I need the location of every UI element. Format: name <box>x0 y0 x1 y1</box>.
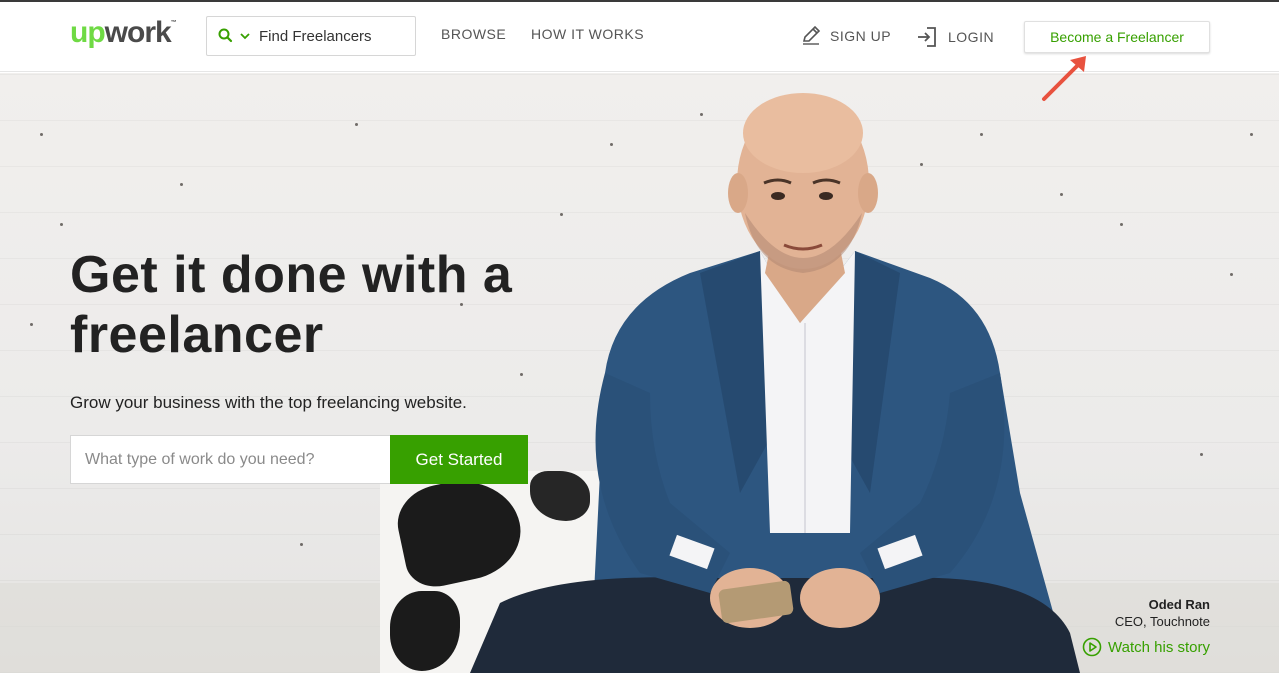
annotation-arrow-icon <box>1042 56 1086 101</box>
nav-browse-link[interactable]: BROWSE <box>441 26 506 42</box>
testimonial-role: CEO, Touchnote <box>1114 614 1210 629</box>
search-type-label: Find Freelancers <box>259 27 372 45</box>
get-started-button[interactable]: Get Started <box>390 435 528 484</box>
hero-section: Get it done with a freelancer Grow your … <box>0 73 1279 673</box>
become-freelancer-button[interactable]: Become a Freelancer <box>1024 21 1210 53</box>
login-icon <box>918 27 936 47</box>
login-label: LOGIN <box>948 29 995 45</box>
hero-subline: Grow your business with the top freelanc… <box>70 393 467 412</box>
login-link[interactable]: LOGIN <box>916 26 994 48</box>
work-type-search-input[interactable] <box>70 435 391 484</box>
play-circle-icon <box>1082 637 1102 657</box>
hero-headline: Get it done with a freelancer <box>70 246 513 364</box>
find-freelancers-search[interactable]: Find Freelancers <box>206 16 416 56</box>
chevron-down-icon[interactable] <box>239 31 251 41</box>
hero-person-image <box>470 93 1080 673</box>
nav-how-it-works-link[interactable]: HOW IT WORKS <box>531 26 644 42</box>
pencil-icon <box>802 25 821 45</box>
testimonial-caption: Oded Ran CEO, Touchnote Watch his story <box>1082 597 1210 657</box>
search-icon <box>218 28 233 43</box>
page-bottom-strip <box>0 673 1279 696</box>
sign-up-link[interactable]: SIGN UP <box>800 25 892 46</box>
testimonial-name: Oded Ran <box>1148 597 1210 612</box>
logo-work-text: work <box>104 16 172 49</box>
logo-trademark: ™ <box>170 20 177 26</box>
upwork-logo[interactable]: upwork™ <box>70 16 177 56</box>
watch-story-label: Watch his story <box>1108 638 1210 656</box>
logo-up-text: up <box>70 16 106 49</box>
sign-up-label: SIGN UP <box>830 28 892 44</box>
watch-story-link[interactable]: Watch his story <box>1082 637 1210 657</box>
